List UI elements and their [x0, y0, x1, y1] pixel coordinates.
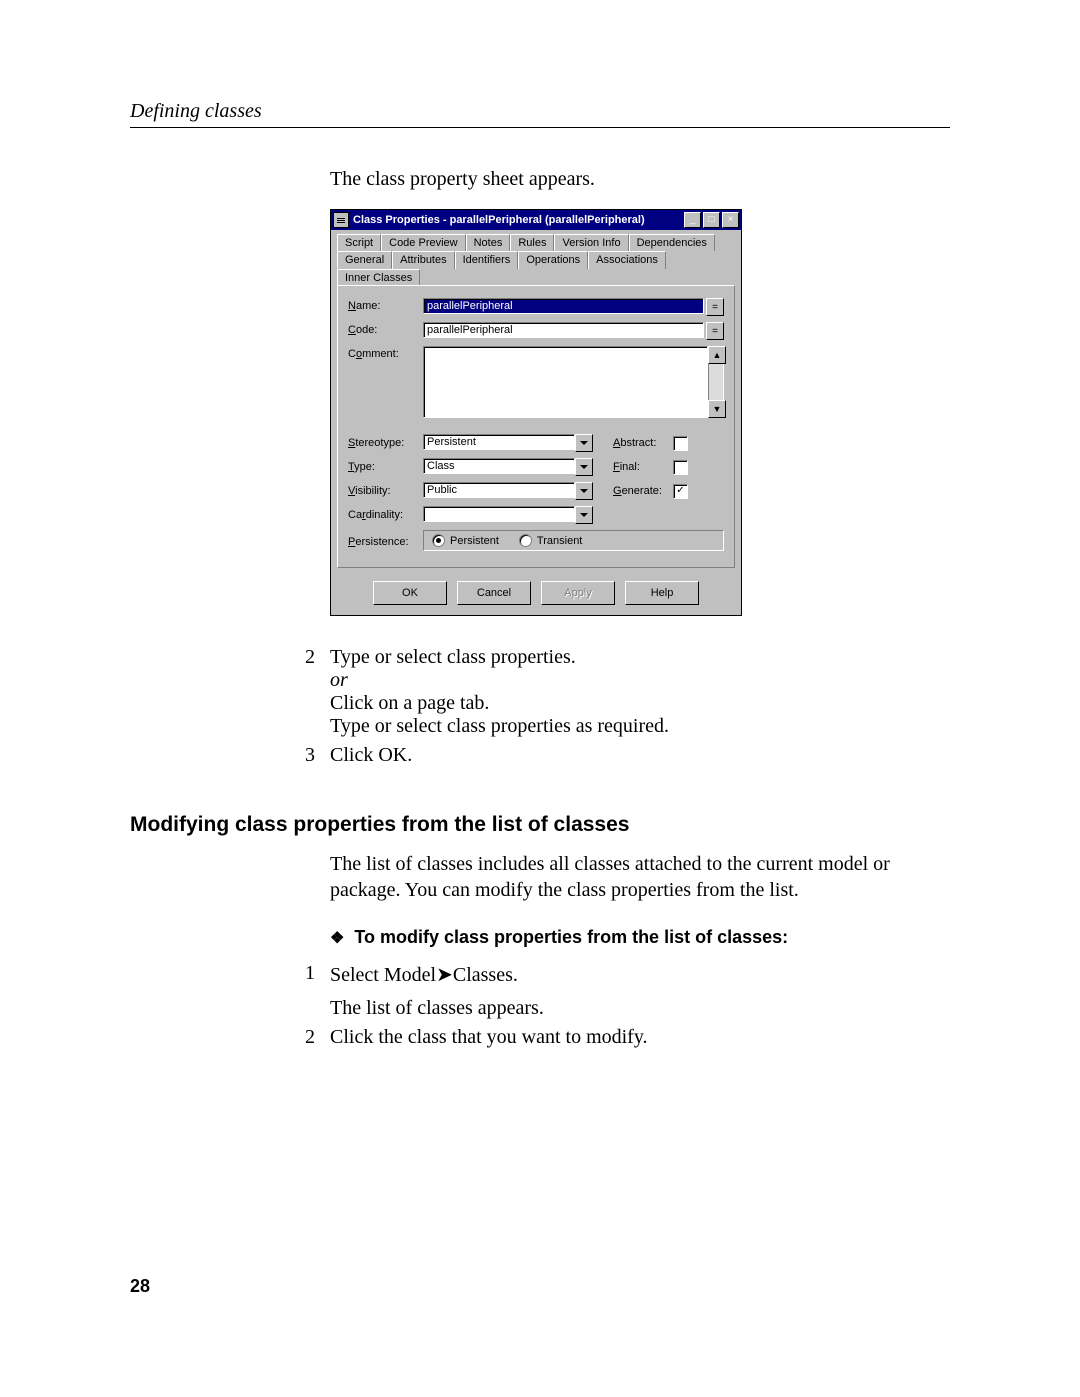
name-input[interactable]: parallelPeripheral	[423, 298, 704, 314]
cardinality-combo[interactable]	[423, 506, 593, 524]
dropdown-icon[interactable]	[575, 506, 593, 524]
step-2: 2 Type or select class properties. or Cl…	[290, 646, 950, 738]
general-panel: Name: parallelPeripheral = Code: paralle…	[337, 285, 735, 568]
final-label: Final:	[613, 461, 673, 473]
persistence-radio-group: Persistent Transient	[423, 530, 724, 551]
cardinality-label: Cardinality:	[348, 509, 423, 521]
close-button[interactable]: ×	[722, 212, 739, 228]
comment-scrollbar[interactable]: ▲ ▼	[708, 346, 724, 418]
scroll-down-icon[interactable]: ▼	[708, 400, 726, 418]
dialog-titlebar[interactable]: Class Properties - parallelPeripheral (p…	[331, 210, 741, 230]
step-number: 1	[290, 962, 330, 1020]
tab-identifiers[interactable]: Identifiers	[455, 251, 519, 269]
step-text: Click on a page tab.	[330, 692, 950, 715]
name-label: Name:	[348, 298, 423, 312]
cancel-button[interactable]: Cancel	[457, 581, 531, 605]
final-checkbox[interactable]	[673, 460, 688, 475]
persistent-radio-label: Persistent	[450, 535, 499, 547]
tab-inner-classes[interactable]: Inner Classes	[337, 269, 420, 286]
tab-script[interactable]: Script	[337, 234, 381, 251]
step-text: Type or select class properties as requi…	[330, 715, 950, 738]
step-text: The list of classes appears.	[330, 997, 950, 1020]
step-or: or	[330, 669, 950, 692]
comment-label: Comment:	[348, 346, 423, 360]
running-header: Defining classes	[130, 100, 950, 128]
radio-on-icon	[432, 534, 445, 547]
visibility-combo[interactable]: Public	[423, 482, 593, 500]
scroll-up-icon[interactable]: ▲	[708, 346, 726, 364]
name-aux-button[interactable]: =	[706, 298, 724, 316]
tab-code-preview[interactable]: Code Preview	[381, 234, 465, 251]
step-text: Click OK.	[330, 744, 950, 767]
cardinality-value	[423, 506, 575, 522]
class-properties-dialog: Class Properties - parallelPeripheral (p…	[330, 209, 742, 616]
tab-general[interactable]: General	[337, 251, 392, 269]
tab-attributes[interactable]: Attributes	[392, 251, 454, 269]
tab-notes[interactable]: Notes	[466, 234, 511, 251]
dropdown-icon[interactable]	[575, 482, 593, 500]
ok-button[interactable]: OK	[373, 581, 447, 605]
help-button[interactable]: Help	[625, 581, 699, 605]
section-heading: Modifying class properties from the list…	[130, 813, 950, 837]
task-heading: To modify class properties from the list…	[330, 927, 950, 948]
menu-arrow-icon: ➤	[436, 964, 453, 986]
transient-radio[interactable]: Transient	[519, 534, 582, 547]
step-text: Click the class that you want to modify.	[330, 1026, 950, 1049]
tab-rules[interactable]: Rules	[510, 234, 554, 251]
maximize-button[interactable]: □	[703, 212, 720, 228]
step-3: 3 Click OK.	[290, 744, 950, 767]
stereotype-label: Stereotype:	[348, 437, 423, 449]
system-menu-icon[interactable]	[333, 212, 349, 228]
tab-dependencies[interactable]: Dependencies	[629, 234, 715, 251]
tab-operations[interactable]: Operations	[518, 251, 588, 269]
code-label: Code:	[348, 322, 423, 336]
step-text: Type or select class properties.	[330, 646, 950, 669]
type-value: Class	[423, 458, 575, 474]
visibility-label: Visibility:	[348, 485, 423, 497]
minimize-button[interactable]: _	[684, 212, 701, 228]
code-aux-button[interactable]: =	[706, 322, 724, 340]
step-number: 2	[290, 646, 330, 738]
tab-version-info[interactable]: Version Info	[554, 234, 628, 251]
step-number: 3	[290, 744, 330, 767]
section-paragraph: The list of classes includes all classes…	[330, 851, 940, 903]
stereotype-combo[interactable]: Persistent	[423, 434, 593, 452]
visibility-value: Public	[423, 482, 575, 498]
code-input[interactable]: parallelPeripheral	[423, 322, 704, 338]
intro-text: The class property sheet appears.	[330, 168, 950, 191]
generate-label: Generate:	[613, 485, 673, 497]
task-step-2: 2 Click the class that you want to modif…	[290, 1026, 950, 1049]
type-combo[interactable]: Class	[423, 458, 593, 476]
radio-off-icon	[519, 534, 532, 547]
dropdown-icon[interactable]	[575, 458, 593, 476]
comment-textarea[interactable]	[423, 346, 708, 418]
transient-radio-label: Transient	[537, 535, 582, 547]
task-step-1: 1 Select Model➤Classes. The list of clas…	[290, 962, 950, 1020]
dialog-title: Class Properties - parallelPeripheral (p…	[353, 214, 682, 226]
dropdown-icon[interactable]	[575, 434, 593, 452]
tab-strip: Script Code Preview Notes Rules Version …	[331, 230, 741, 286]
step-number: 2	[290, 1026, 330, 1049]
persistence-label: Persistence:	[348, 534, 423, 548]
type-label: Type:	[348, 461, 423, 473]
step-text: Select Model➤Classes.	[330, 962, 950, 987]
page-number: 28	[130, 1276, 150, 1297]
abstract-label: Abstract:	[613, 437, 673, 449]
tab-associations[interactable]: Associations	[588, 251, 666, 269]
apply-button[interactable]: Apply	[541, 581, 615, 605]
stereotype-value: Persistent	[423, 434, 575, 450]
abstract-checkbox[interactable]	[673, 436, 688, 451]
dialog-button-row: OK Cancel Apply Help	[331, 575, 741, 615]
scroll-track[interactable]	[708, 364, 724, 400]
persistent-radio[interactable]: Persistent	[432, 534, 499, 547]
generate-checkbox[interactable]: ✓	[673, 484, 688, 499]
